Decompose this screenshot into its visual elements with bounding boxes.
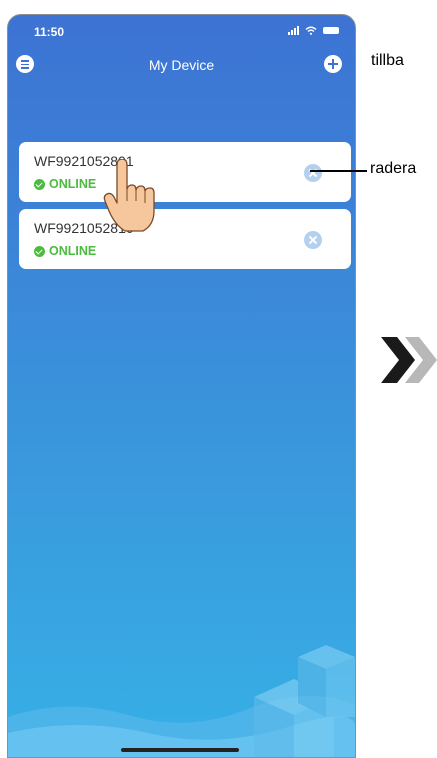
- delete-button[interactable]: [304, 231, 322, 249]
- check-circle-icon: [34, 178, 45, 190]
- status-time: 11:50: [34, 25, 65, 39]
- delete-button[interactable]: [304, 164, 322, 182]
- status-text: ONLINE: [49, 244, 97, 258]
- next-chevron-icon: [381, 337, 437, 383]
- wifi-icon: [305, 26, 317, 35]
- check-circle-icon: [34, 245, 45, 257]
- device-card[interactable]: WF9921052801 ONLINE: [19, 142, 351, 202]
- phone-screen: 11:50 My Device WF9921052801 ONLINE WF99…: [7, 14, 356, 758]
- home-indicator[interactable]: [121, 748, 239, 752]
- callout-back-label: tillba: [371, 52, 404, 69]
- plus-icon[interactable]: [324, 55, 342, 73]
- status-bar: 11:50: [8, 15, 355, 45]
- nav-bar: My Device: [8, 53, 355, 81]
- page-title: My Device: [148, 57, 215, 73]
- signal-icon: [288, 26, 299, 35]
- background-waves: [8, 645, 355, 757]
- callout-line: [310, 170, 367, 172]
- status-text: ONLINE: [49, 177, 97, 191]
- battery-icon: [323, 27, 339, 34]
- device-status: ONLINE: [34, 177, 96, 191]
- tap-hand-icon: [103, 159, 155, 232]
- callout-delete-label: radera: [370, 160, 417, 177]
- status-icons: [288, 26, 339, 35]
- device-status: ONLINE: [34, 244, 96, 258]
- device-card[interactable]: WF9921052810 ONLINE: [19, 209, 351, 269]
